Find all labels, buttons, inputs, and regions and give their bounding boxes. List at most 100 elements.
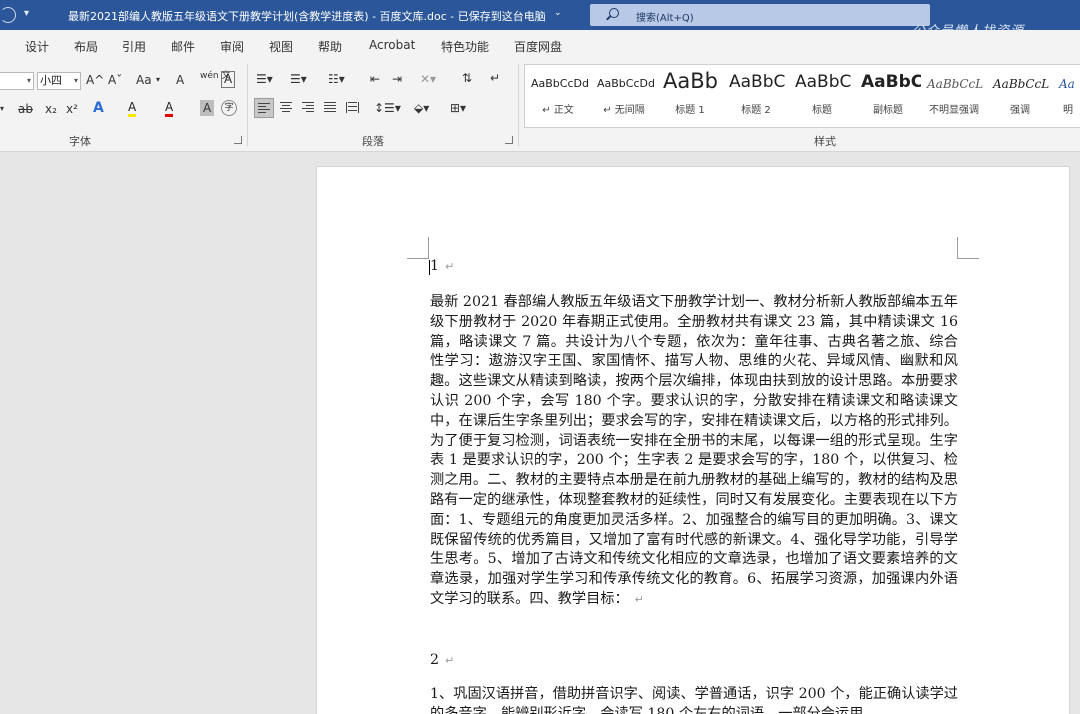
tab-review[interactable]: 审阅 xyxy=(220,38,244,55)
tab-special-features[interactable]: 特色功能 xyxy=(441,38,489,55)
style-sample: AaBbCcL xyxy=(927,77,984,91)
enclose-characters-button[interactable]: 字 xyxy=(221,100,237,116)
chevron-down-icon: ▾ xyxy=(73,76,78,85)
paragraph-dialog-launcher-icon[interactable] xyxy=(505,136,513,144)
style-sample: AaBbC xyxy=(795,72,852,92)
group-divider xyxy=(247,64,248,146)
chinese-layout-button[interactable]: ✕▾ xyxy=(420,71,436,87)
font-color-button[interactable]: A xyxy=(165,100,174,117)
line-spacing-button[interactable]: ↕☰▾ xyxy=(374,100,401,116)
show-formatting-marks-button[interactable]: ↵ xyxy=(490,70,500,86)
ribbon-tabs: 设计 布局 引用 邮件 审阅 视图 帮助 Acrobat 特色功能 百度网盘 xyxy=(0,30,1080,60)
tab-layout[interactable]: 布局 xyxy=(74,38,98,55)
font-group-label: 字体 xyxy=(69,135,91,148)
sort-button[interactable]: ⇅ xyxy=(462,70,472,86)
style-intense-emphasis[interactable]: Aa 明 xyxy=(1053,65,1080,127)
style-emphasis[interactable]: AaBbCcL 强调 xyxy=(987,65,1053,127)
style-name: 标题 2 xyxy=(741,105,771,116)
clear-formatting-button[interactable]: A xyxy=(176,72,184,88)
style-sample: AaBbCcDd xyxy=(597,77,655,90)
styles-gallery[interactable]: AaBbCcDd ↵ 正文 AaBbCcDd ↵ 无间隔 AaBb 标题 1 A… xyxy=(524,64,1080,128)
decrease-indent-button[interactable]: ⇤ xyxy=(370,71,380,87)
style-name: 标题 1 xyxy=(675,105,705,116)
borders-button[interactable]: ⊞▾ xyxy=(450,100,466,116)
numbering-button[interactable]: ☰▾ xyxy=(290,71,307,87)
page-number-line[interactable]: 2 ↵ xyxy=(430,651,454,671)
shrink-font-button[interactable]: Aˇ xyxy=(108,72,122,88)
tab-acrobat[interactable]: Acrobat xyxy=(369,38,415,52)
grow-font-button[interactable]: A^ xyxy=(86,72,104,88)
search-box[interactable]: 搜索(Alt+Q) xyxy=(590,4,930,26)
character-shading-button[interactable]: A xyxy=(200,100,215,116)
style-normal[interactable]: AaBbCcDd ↵ 正文 xyxy=(525,65,591,127)
paragraph-shading-button[interactable]: ⬙▾ xyxy=(414,100,429,116)
style-name: 副标题 xyxy=(873,105,903,116)
title-bar: ▾ 最新2021部编人教版五年级语文下册教学计划(含教学进度表) - 百度文库.… xyxy=(0,0,1080,39)
character-border-button[interactable]: A xyxy=(221,71,236,88)
style-sample: AaBbCcDd xyxy=(531,77,589,90)
style-name: 标题 xyxy=(812,105,832,116)
chevron-down-icon: ▾ xyxy=(26,76,31,85)
font-dialog-launcher-icon[interactable] xyxy=(234,136,242,144)
style-sample: Aa xyxy=(1059,77,1075,91)
tab-mailings[interactable]: 邮件 xyxy=(171,38,195,55)
ribbon: ▾ 小四 ▾ A^ Aˇ Aa ▾ A wén 文 A ▾ ab x₂ x² A … xyxy=(0,60,1080,152)
body-paragraph[interactable]: 最新 2021 春部编人教版五年级语文下册教学计划一、教材分析新人教版部编本五年… xyxy=(430,293,958,610)
align-center-icon[interactable] xyxy=(280,102,292,113)
multilevel-list-button[interactable]: ☷▾ xyxy=(328,71,345,87)
style-subtle-emphasis[interactable]: AaBbCcL 不明显强调 xyxy=(921,65,987,127)
align-left-button[interactable] xyxy=(254,98,274,118)
crop-mark-top-left xyxy=(407,237,429,259)
objectives-text: 1、巩固汉语拼音，借助拼音识字、阅读、学普通话，识字 200 个，能正确认读学过… xyxy=(430,686,958,714)
increase-indent-button[interactable]: ⇥ xyxy=(392,71,402,87)
style-sample: AaBbC xyxy=(729,72,786,92)
align-right-icon[interactable] xyxy=(302,102,314,113)
distributed-icon[interactable] xyxy=(346,102,359,113)
superscript-button[interactable]: x² xyxy=(66,101,78,117)
highlight-color-button[interactable]: A xyxy=(128,100,137,117)
style-title[interactable]: AaBbC 标题 xyxy=(789,65,855,127)
chevron-down-icon[interactable]: ▾ xyxy=(156,72,160,88)
document-title[interactable]: 最新2021部编人教版五年级语文下册教学计划(含教学进度表) - 百度文库.do… xyxy=(68,8,546,24)
group-divider xyxy=(518,64,519,146)
search-placeholder: 搜索(Alt+Q) xyxy=(636,13,694,24)
tab-design[interactable]: 设计 xyxy=(25,38,49,55)
paragraph-mark: ↵ xyxy=(445,260,455,273)
styles-group-label: 样式 xyxy=(814,135,836,148)
chevron-down-icon[interactable]: ▾ xyxy=(0,101,4,117)
font-name-combo[interactable]: ▾ xyxy=(0,72,34,90)
document-area: 1 ↵ 最新 2021 春部编人教版五年级语文下册教学计划一、教材分析新人教版部编… xyxy=(0,152,1080,714)
page-number: 2 xyxy=(430,652,440,668)
style-no-spacing[interactable]: AaBbCcDd ↵ 无间隔 xyxy=(591,65,657,127)
quick-access-dropdown-icon[interactable]: ▾ xyxy=(24,8,29,19)
change-case-button[interactable]: Aa xyxy=(136,72,152,88)
font-size-value: 小四 xyxy=(40,74,62,87)
font-size-combo[interactable]: 小四 ▾ xyxy=(37,72,81,90)
bullets-button[interactable]: ☰▾ xyxy=(256,71,273,87)
title-chevron-down-icon[interactable]: ⌄ xyxy=(554,8,562,18)
paragraph-mark: ↵ xyxy=(445,654,455,667)
autosave-icon[interactable] xyxy=(0,7,16,23)
document-page[interactable]: 1 ↵ 最新 2021 春部编人教版五年级语文下册教学计划一、教材分析新人教版部编… xyxy=(316,166,1070,714)
paragraph-group-label: 段落 xyxy=(362,135,384,148)
tab-references[interactable]: 引用 xyxy=(122,38,146,55)
style-sample: AaBbCcL xyxy=(993,77,1050,91)
style-subtitle[interactable]: AaBbC 副标题 xyxy=(855,65,921,127)
tab-help[interactable]: 帮助 xyxy=(318,38,342,55)
phonetic-guide-button[interactable]: wén 文 xyxy=(200,72,230,81)
style-sample: AaBbC xyxy=(861,72,921,92)
tab-baidu-netdisk[interactable]: 百度网盘 xyxy=(514,38,562,55)
align-left-icon xyxy=(258,103,270,114)
style-heading-2[interactable]: AaBbC 标题 2 xyxy=(723,65,789,127)
style-name: 不明显强调 xyxy=(929,105,979,116)
strikethrough-button[interactable]: ab xyxy=(18,101,33,117)
subscript-button[interactable]: x₂ xyxy=(45,101,57,117)
style-heading-1[interactable]: AaBb 标题 1 xyxy=(657,65,723,127)
tab-view[interactable]: 视图 xyxy=(269,38,293,55)
justify-icon[interactable] xyxy=(324,102,336,113)
style-name: ↵ 无间隔 xyxy=(603,105,645,116)
text-effects-button[interactable]: A xyxy=(93,100,104,116)
objectives-paragraph[interactable]: 1、巩固汉语拼音，借助拼音识字、阅读、学普通话，识字 200 个，能正确认读学过… xyxy=(430,685,958,714)
page-number-line[interactable]: 1 ↵ xyxy=(430,257,454,277)
style-name: ↵ 正文 xyxy=(542,105,574,116)
